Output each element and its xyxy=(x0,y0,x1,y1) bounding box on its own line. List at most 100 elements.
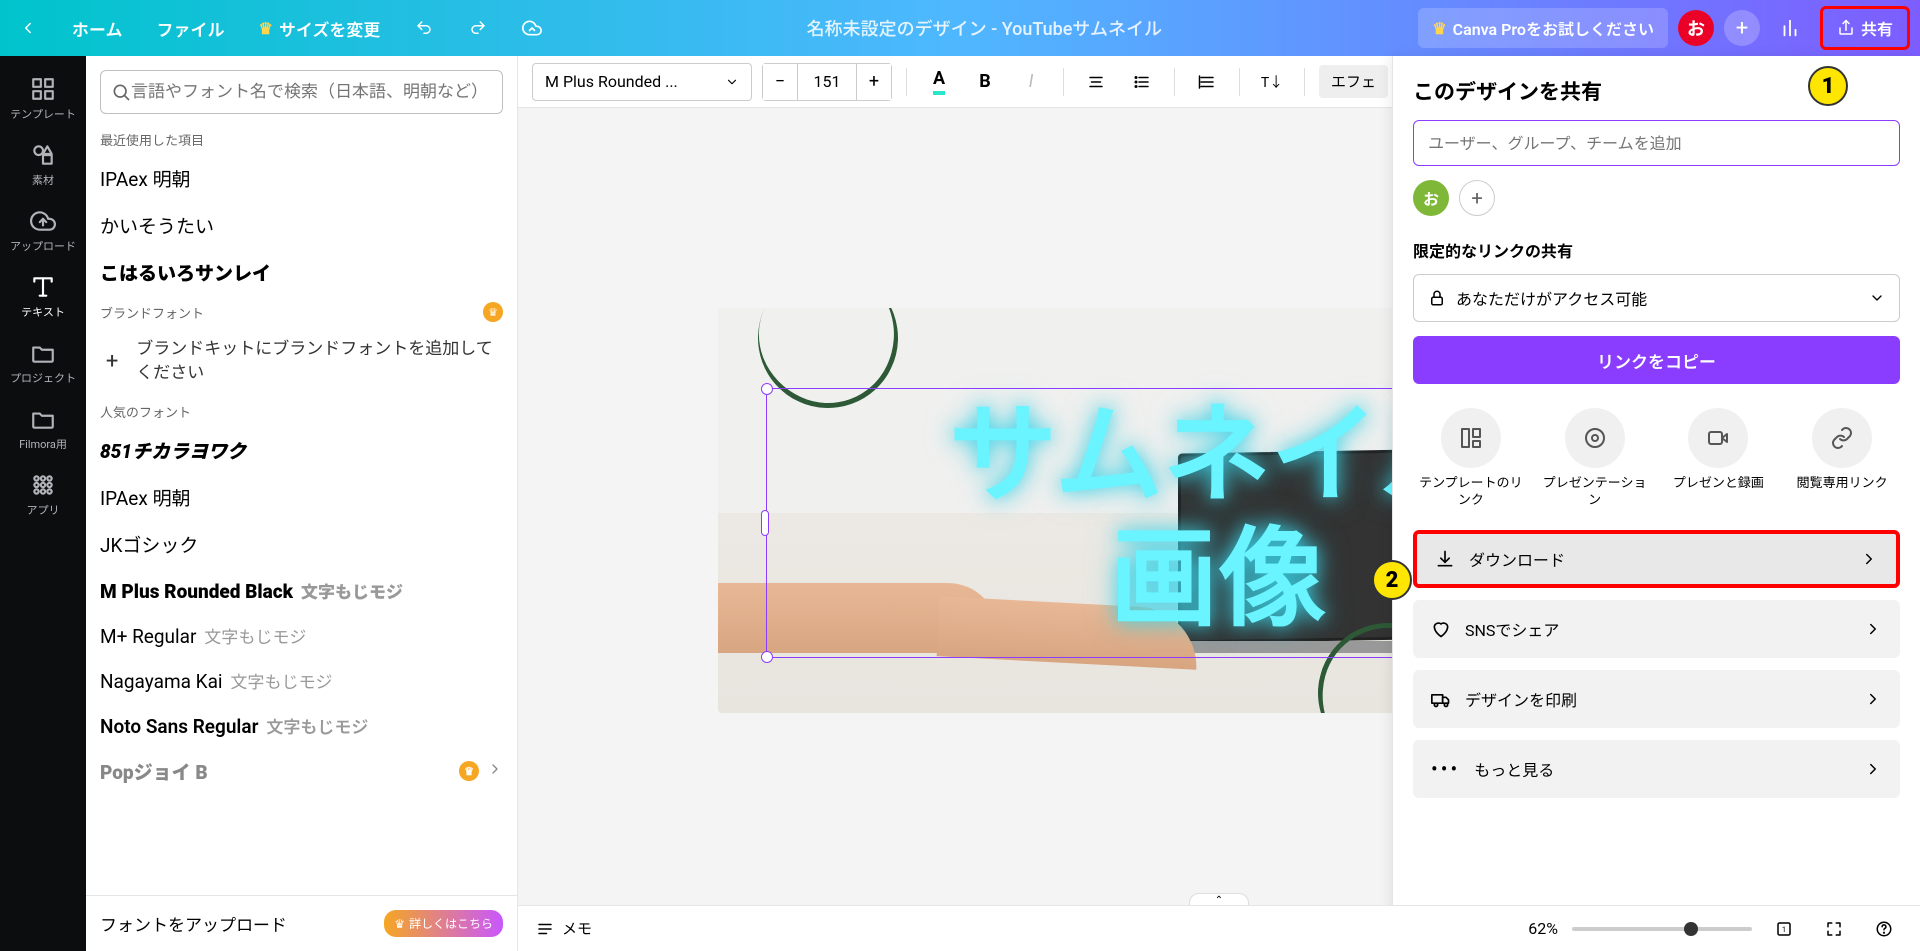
font-size-decrease[interactable]: − xyxy=(763,64,797,100)
redo-icon[interactable] xyxy=(460,10,496,46)
upload-more-label: 詳しくはこちら xyxy=(409,915,493,932)
download-option[interactable]: ダウンロード xyxy=(1413,530,1900,588)
vertical-text-button[interactable]: T↓ xyxy=(1254,64,1290,100)
share-button[interactable]: 共有 xyxy=(1820,6,1910,50)
font-search-input[interactable] xyxy=(131,82,492,102)
notes-icon xyxy=(536,920,554,938)
resize-handle[interactable] xyxy=(761,383,773,395)
option-label: もっと見る xyxy=(1474,757,1554,781)
download-icon xyxy=(1435,549,1455,569)
cloud-sync-icon[interactable] xyxy=(514,10,550,46)
add-user-button[interactable]: + xyxy=(1724,10,1760,46)
topbar-right: ♛Canva Proをお試しください お + 共有 xyxy=(1418,6,1910,50)
font-select[interactable]: M Plus Rounded ... xyxy=(532,63,752,101)
rail-filmora[interactable]: Filmora用 xyxy=(0,396,86,462)
text-color-button[interactable]: A xyxy=(921,64,957,100)
analytics-icon[interactable] xyxy=(1770,8,1810,48)
align-button[interactable] xyxy=(1078,64,1114,100)
upload-more-button[interactable]: ♛ 詳しくはこちら xyxy=(384,910,503,937)
notes-button[interactable]: メモ xyxy=(536,918,592,939)
more-option[interactable]: ••• もっと見る xyxy=(1413,740,1900,798)
access-select[interactable]: あなただけがアクセス可能 xyxy=(1413,274,1900,322)
selection-box[interactable] xyxy=(766,388,1438,658)
resize-handle[interactable] xyxy=(761,510,769,536)
present-action[interactable]: プレゼンテーション xyxy=(1537,408,1653,510)
share-people-input[interactable] xyxy=(1413,120,1900,166)
font-name: 851チカラヨワク xyxy=(100,437,246,464)
font-size-increase[interactable]: + xyxy=(857,64,891,100)
svg-text:1: 1 xyxy=(1782,925,1786,934)
rail-label: プロジェクト xyxy=(10,370,76,386)
copy-link-button[interactable]: リンクをコピー xyxy=(1413,336,1900,384)
zoom-slider[interactable] xyxy=(1572,927,1752,931)
page-view-button[interactable]: 1 xyxy=(1766,911,1802,947)
rail-uploads[interactable]: アップロード xyxy=(0,198,86,264)
font-item[interactable]: こはるいろサンレイ xyxy=(86,249,517,296)
italic-button[interactable]: I xyxy=(1013,64,1049,100)
add-brand-font[interactable]: +ブランドキットにブランドフォントを追加してください xyxy=(86,328,517,396)
font-item[interactable]: JKゴシック xyxy=(86,521,517,568)
font-item[interactable]: Noto Sans Regular文字もじモジ xyxy=(86,703,517,748)
home-button[interactable]: ホーム xyxy=(64,10,131,47)
undo-icon[interactable] xyxy=(406,10,442,46)
font-item[interactable]: Nagayama Kai文字もじモジ xyxy=(86,658,517,703)
help-button[interactable] xyxy=(1866,911,1902,947)
grid-label: 閲覧専用リンク xyxy=(1797,476,1888,493)
section-brand: ブランドフォント xyxy=(100,303,204,322)
rail-apps[interactable]: アプリ xyxy=(0,462,86,528)
back-icon[interactable] xyxy=(10,10,46,46)
font-item[interactable]: Popジョイ B♛ xyxy=(86,748,517,795)
bold-button[interactable]: B xyxy=(967,64,1003,100)
record-action[interactable]: プレゼンと録画 xyxy=(1661,408,1777,510)
effects-button[interactable]: エフェ xyxy=(1319,65,1388,98)
crown-icon: ♛ xyxy=(394,917,405,931)
canvas[interactable]: サムネイル 画像 xyxy=(718,308,1438,713)
file-menu[interactable]: ファイル xyxy=(149,10,233,47)
font-size-control: − + xyxy=(762,63,892,101)
font-item[interactable]: IPAex 明朝 xyxy=(86,474,517,521)
upload-font-label[interactable]: フォントをアップロード xyxy=(100,911,287,936)
font-search[interactable] xyxy=(100,70,503,114)
rail-elements[interactable]: 素材 xyxy=(0,132,86,198)
more-icon: ••• xyxy=(1431,757,1460,781)
font-name: JKゴシック xyxy=(100,531,198,558)
font-item[interactable]: かいそうたい xyxy=(86,202,517,249)
zoom-thumb[interactable] xyxy=(1684,922,1698,936)
chevron-right-icon xyxy=(1864,690,1882,708)
font-list[interactable]: 最近使用した項目 IPAex 明朝 かいそうたい こはるいろサンレイ ブランドフ… xyxy=(86,124,517,895)
grid-label: プレゼンテーション xyxy=(1537,476,1653,510)
sns-share-option[interactable]: SNSでシェア xyxy=(1413,600,1900,658)
design-title[interactable]: 名称未設定のデザイン - YouTubeサムネイル xyxy=(550,15,1418,41)
viewonly-link-action[interactable]: 閲覧専用リンク xyxy=(1784,408,1900,510)
fullscreen-button[interactable] xyxy=(1816,911,1852,947)
collaborators: お + xyxy=(1413,180,1900,216)
avatar[interactable]: お xyxy=(1678,10,1714,46)
template-link-action[interactable]: テンプレートのリンク xyxy=(1413,408,1529,510)
font-item[interactable]: 851チカラヨワク xyxy=(86,427,517,474)
font-size-input[interactable] xyxy=(797,64,857,100)
rail-label: アプリ xyxy=(27,502,60,518)
font-name: M Plus Rounded Black xyxy=(100,580,293,603)
spacing-button[interactable] xyxy=(1189,64,1225,100)
rail-label: アップロード xyxy=(10,238,76,254)
font-item[interactable]: IPAex 明朝 xyxy=(86,155,517,202)
heart-icon xyxy=(1431,619,1451,639)
rail-text[interactable]: テキスト xyxy=(0,264,86,330)
font-item[interactable]: M Plus Rounded Black文字もじモジ xyxy=(86,568,517,613)
zoom-value[interactable]: 62% xyxy=(1528,919,1558,938)
rail-templates[interactable]: テンプレート xyxy=(0,66,86,132)
section-recent: 最近使用した項目 xyxy=(100,130,204,149)
pro-label: Canva Proをお試しください xyxy=(1453,16,1654,40)
resize-button[interactable]: ♛サイズを変更 xyxy=(251,10,389,47)
search-icon xyxy=(111,82,131,102)
font-name: IPAex 明朝 xyxy=(100,484,190,511)
add-collaborator-button[interactable]: + xyxy=(1459,180,1495,216)
rail-projects[interactable]: プロジェクト xyxy=(0,330,86,396)
print-option[interactable]: デザインを印刷 xyxy=(1413,670,1900,728)
resize-handle[interactable] xyxy=(761,651,773,663)
font-item[interactable]: M+ Regular文字もじモジ xyxy=(86,613,517,658)
avatar[interactable]: お xyxy=(1413,180,1449,216)
font-name: かいそうたい xyxy=(100,212,214,239)
try-pro-button[interactable]: ♛Canva Proをお試しください xyxy=(1418,8,1668,48)
list-button[interactable] xyxy=(1124,64,1160,100)
